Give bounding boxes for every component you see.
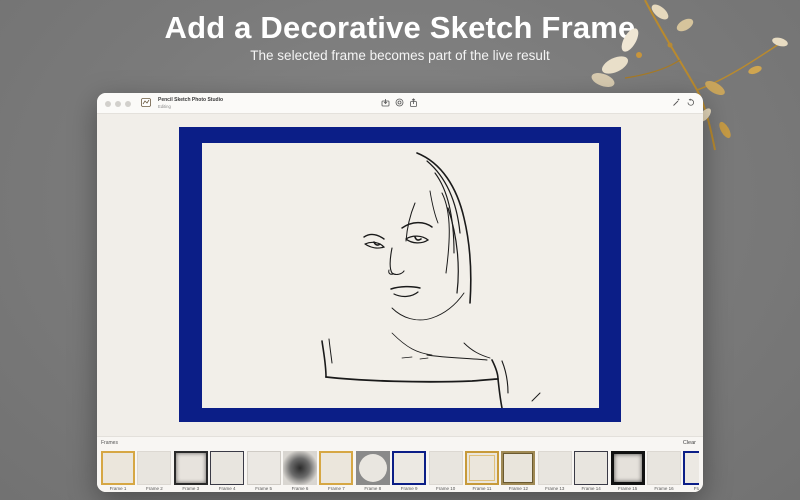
magic-wand-icon[interactable]	[672, 98, 681, 107]
app-window: Pencil Sketch Photo Studio Editing Frame…	[97, 93, 703, 492]
frame-thumbnail	[137, 451, 172, 485]
frame-option[interactable]: Frame 2	[137, 451, 172, 491]
frame-option[interactable]: Frame 3	[173, 451, 208, 491]
frame-option-label: Frame 7	[328, 486, 345, 491]
frame-thumbnail	[210, 451, 245, 485]
pencil-sketch-portrait	[321, 152, 541, 408]
frame-option-label: Frame 3	[182, 486, 200, 491]
frame-thumbnail	[319, 451, 354, 485]
frame-option[interactable]: Frame 14	[574, 451, 609, 491]
frame-thumbnail	[683, 451, 699, 485]
frame-option[interactable]: Frame 6	[283, 451, 317, 491]
app-title: Pencil Sketch Photo Studio	[158, 97, 224, 103]
frame-option-label: Frame 11	[472, 486, 492, 491]
frame-option[interactable]: Frame 15	[610, 451, 645, 491]
frame-option[interactable]: Frame 9	[392, 451, 427, 491]
frame-option[interactable]: Frame 5	[246, 451, 281, 491]
frame-thumbnail	[537, 451, 572, 485]
frame-option[interactable]: Frame 13	[537, 451, 572, 491]
import-icon[interactable]	[381, 98, 390, 107]
frame-option[interactable]: Frame 10	[428, 451, 463, 491]
canvas-area	[97, 115, 703, 435]
frame-thumbnail	[392, 451, 427, 485]
app-icon	[141, 98, 151, 107]
frame-option[interactable]: Frame 4	[210, 451, 245, 491]
decorative-frame	[179, 127, 621, 422]
frame-option-label: Frame	[693, 486, 699, 491]
frame-thumbnail	[173, 451, 208, 485]
clear-button[interactable]: Clear	[683, 440, 696, 446]
close-window-button[interactable]	[105, 101, 111, 107]
frame-thumbnail	[101, 451, 135, 485]
frame-option-label: Frame 10	[435, 486, 456, 491]
frame-thumbnail	[465, 451, 499, 485]
circle-mask	[358, 454, 387, 482]
frame-option-label: Frame 8	[364, 486, 382, 491]
frame-option[interactable]: Frame 1	[101, 451, 135, 491]
frame-option[interactable]: Frame 7	[319, 451, 354, 491]
frame-option-label: Frame 16	[654, 486, 674, 491]
frame-thumbnail	[283, 451, 317, 485]
frame-option[interactable]: Frame 8	[355, 451, 390, 491]
frame-option[interactable]: Frame 16	[647, 451, 681, 491]
frame-thumbnail	[355, 451, 390, 485]
frame-option-label: Frame 12	[508, 486, 529, 491]
frame-option-label: Frame 9	[400, 486, 418, 491]
frame-thumbnail	[501, 451, 536, 485]
minimize-window-button[interactable]	[115, 101, 121, 107]
sketch-preview[interactable]	[202, 143, 599, 408]
frame-option-label: Frame 5	[255, 486, 272, 491]
frame-option-label: Frame 15	[617, 486, 638, 491]
frame-option[interactable]: Frame 12	[501, 451, 536, 491]
frame-thumbnail	[610, 451, 645, 485]
frame-thumbnail	[647, 451, 681, 485]
frame-thumbnail	[574, 451, 609, 485]
frame-option-label: Frame 6	[291, 486, 309, 491]
reset-icon[interactable]	[686, 98, 695, 107]
frames-strip: Frame 1 Frame 2 Frame 3 Frame 4 Frame 5 Frame…	[101, 451, 699, 492]
frame-option-label: Frame 1	[109, 486, 127, 491]
frame-option[interactable]: Frame 11	[465, 451, 499, 491]
frame-thumbnail	[246, 451, 281, 485]
frame-option-label: Frame 14	[581, 486, 601, 491]
frame-option[interactable]: Frame	[683, 451, 699, 491]
frames-label: Frames	[101, 440, 118, 446]
title-bar: Pencil Sketch Photo Studio Editing	[97, 93, 703, 114]
frame-thumbnail	[428, 451, 463, 485]
frame-option-label: Frame 2	[146, 486, 163, 491]
filter-icon[interactable]	[395, 98, 404, 107]
frames-panel: Frames Clear Frame 1 Frame 2 Frame 3 Frame …	[97, 436, 703, 492]
share-icon[interactable]	[409, 98, 418, 107]
app-subtitle: Editing	[158, 104, 171, 109]
frame-option-label: Frame 4	[218, 486, 236, 491]
zoom-window-button[interactable]	[125, 101, 131, 107]
frame-option-label: Frame 13	[545, 486, 565, 491]
